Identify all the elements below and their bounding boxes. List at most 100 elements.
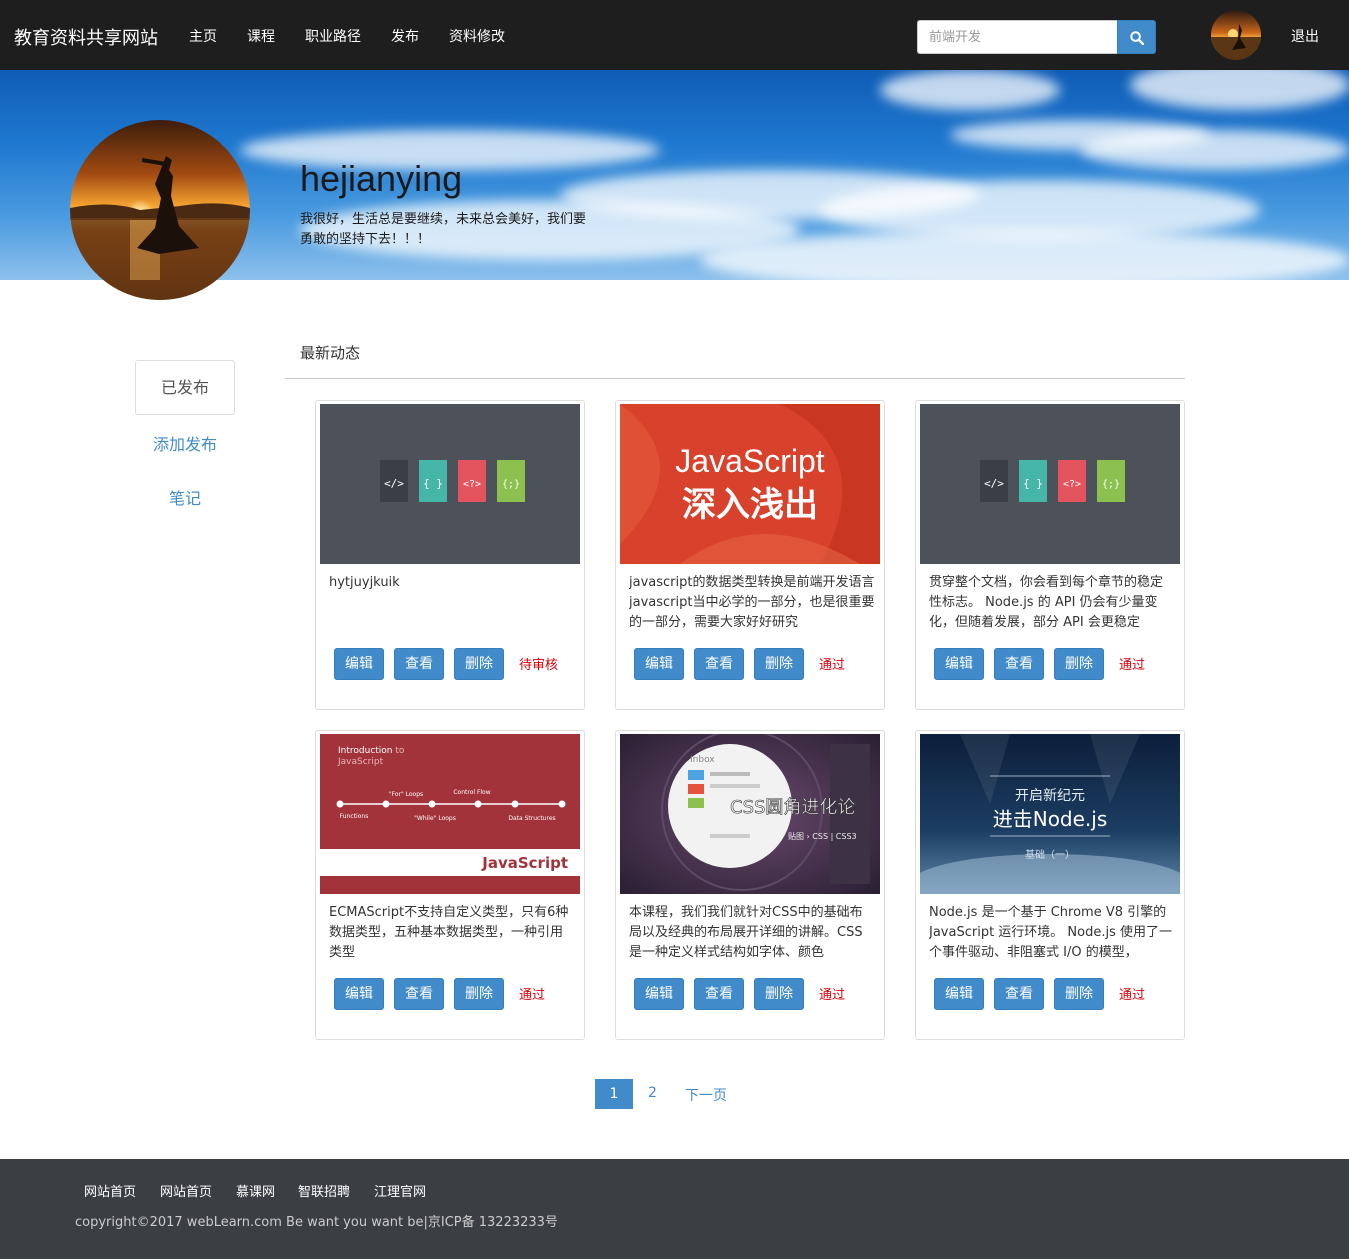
thumb-subtitle: 深入浅出: [682, 485, 818, 525]
top-navbar: 教育资料共享网站 主页 课程 职业路径 发布 资料修改 退出: [0, 0, 1349, 70]
cloud-decoration: [700, 230, 1349, 280]
nav-item-career-path[interactable]: 职业路径: [305, 26, 361, 46]
sidebar-item-published[interactable]: 已发布: [135, 360, 235, 415]
site-brand[interactable]: 教育资料共享网站: [14, 24, 158, 50]
card-thumbnail[interactable]: Inbox CSS圆角进化论 贴图 › CSS | CSS3: [620, 734, 880, 894]
svg-text:<?>: <?>: [1063, 479, 1081, 490]
svg-text:贴图 › CSS | CSS3: 贴图 › CSS | CSS3: [788, 831, 857, 841]
svg-text:{;}: {;}: [502, 479, 520, 490]
svg-text:</>: </>: [984, 477, 1004, 490]
card-thumbnail[interactable]: 开启新纪元 进击Node.js 基础（一）: [920, 734, 1180, 894]
svg-text:Data Structures: Data Structures: [508, 815, 555, 822]
footer-link-jxust[interactable]: 江理官网: [374, 1181, 426, 1200]
section-divider: [285, 378, 1185, 379]
edit-button[interactable]: 编辑: [934, 648, 984, 680]
resource-card: </> { } <?> {;} hytjuyjkuik 编辑 查看 删除 待审核: [315, 400, 585, 710]
view-button[interactable]: 查看: [394, 978, 444, 1010]
resource-card: 开启新纪元 进击Node.js 基础（一） Node.js 是一个基于 Chro…: [915, 730, 1185, 1040]
cloud-decoration: [1130, 70, 1349, 110]
svg-text:Introduction to: Introduction to: [338, 746, 405, 756]
view-button[interactable]: 查看: [394, 648, 444, 680]
card-description: ECMAScript不支持自定义类型，只有6种数据类型，五种基本数据类型，一种引…: [329, 905, 569, 960]
nav-item-profile-edit[interactable]: 资料修改: [449, 26, 505, 46]
svg-text:开启新纪元: 开启新纪元: [1015, 788, 1085, 804]
delete-button[interactable]: 删除: [454, 978, 504, 1010]
profile-username: hejianying: [300, 158, 463, 199]
edit-button[interactable]: 编辑: [934, 978, 984, 1010]
footer-link-home[interactable]: 网站首页: [84, 1181, 136, 1200]
edit-button[interactable]: 编辑: [634, 978, 684, 1010]
delete-button[interactable]: 删除: [454, 648, 504, 680]
sidebar-item-add-publish[interactable]: 添加发布: [135, 431, 235, 455]
pagination-page-2[interactable]: 2: [648, 1085, 657, 1101]
view-button[interactable]: 查看: [994, 648, 1044, 680]
status-badge: 通过: [1119, 658, 1146, 673]
status-badge: 通过: [1119, 988, 1146, 1003]
search-input[interactable]: [917, 20, 1117, 54]
resource-card: </> { } <?> {;} 贯穿整个文档，你会看到每个章节的稳定性标志。 N…: [915, 400, 1185, 710]
svg-text:Control Flow: Control Flow: [453, 789, 490, 796]
card-thumbnail[interactable]: Introduction to JavaScript "For" Loops C…: [320, 734, 580, 894]
svg-text:{ }: { }: [423, 477, 443, 490]
profile-bio: 我很好，生活总是要继续，未来总会美好，我们要勇敢的坚持下去！！！: [300, 212, 587, 247]
svg-text:<?>: <?>: [463, 479, 481, 490]
pagination-page-1[interactable]: 1: [595, 1079, 633, 1109]
svg-text:{;}: {;}: [1102, 479, 1120, 490]
card-description: Node.js 是一个基于 Chrome V8 引擎的 JavaScript 运…: [929, 905, 1173, 960]
delete-button[interactable]: 删除: [1054, 648, 1104, 680]
card-description: 本课程，我们我们就针对CSS中的基础布局以及经典的布局展开详细的讲解。CSS是一…: [629, 905, 863, 960]
svg-text:</>: </>: [384, 477, 404, 490]
status-badge: 通过: [819, 988, 846, 1003]
footer-link-home-2[interactable]: 网站首页: [160, 1181, 212, 1200]
cloud-decoration: [1080, 130, 1349, 170]
sidebar-item-notes[interactable]: 笔记: [135, 485, 235, 509]
footer-link-zhaopin[interactable]: 智联招聘: [298, 1181, 350, 1200]
card-description: hytjuyjkuik: [329, 575, 400, 590]
svg-text:JavaScript: JavaScript: [337, 757, 384, 767]
edit-button[interactable]: 编辑: [334, 978, 384, 1010]
status-badge: 通过: [519, 988, 546, 1003]
svg-text:Functions: Functions: [340, 813, 369, 820]
svg-text:{ }: { }: [1023, 477, 1043, 490]
svg-text:"For" Loops: "For" Loops: [389, 791, 423, 798]
svg-text:Inbox: Inbox: [690, 755, 715, 765]
user-avatar[interactable]: [1211, 10, 1261, 60]
profile-avatar: [70, 120, 250, 300]
view-button[interactable]: 查看: [694, 978, 744, 1010]
card-description: 贯穿整个文档，你会看到每个章节的稳定性标志。 Node.js 的 API 仍会有…: [929, 575, 1164, 630]
delete-button[interactable]: 删除: [754, 648, 804, 680]
cloud-decoration: [880, 70, 1060, 110]
logout-link[interactable]: 退出: [1291, 26, 1319, 46]
copyright-text: copyright©2017 webLearn.com Be want you …: [75, 1215, 558, 1230]
card-description: javascript的数据类型转换是前端开发语言javascript当中必学的一…: [629, 575, 875, 630]
edit-button[interactable]: 编辑: [634, 648, 684, 680]
search-button[interactable]: [1117, 20, 1156, 54]
card-thumbnail[interactable]: JavaScript 深入浅出: [620, 404, 880, 564]
status-badge: 待审核: [519, 658, 559, 673]
thumb-title: CSS圆角进化论: [730, 797, 855, 818]
card-thumbnail[interactable]: </> { } <?> {;}: [320, 404, 580, 564]
delete-button[interactable]: 删除: [754, 978, 804, 1010]
resource-card: Introduction to JavaScript "For" Loops C…: [315, 730, 585, 1040]
nav-item-home[interactable]: 主页: [189, 26, 217, 46]
pagination-next[interactable]: 下一页: [685, 1085, 727, 1105]
resource-card: JavaScript 深入浅出 javascript的数据类型转换是前端开发语言…: [615, 400, 885, 710]
card-thumbnail[interactable]: </> { } <?> {;}: [920, 404, 1180, 564]
search-icon: [1130, 31, 1144, 45]
resource-card: Inbox CSS圆角进化论 贴图 › CSS | CSS3 本课程，我们我们就…: [615, 730, 885, 1040]
nav-item-courses[interactable]: 课程: [247, 26, 275, 46]
svg-text:JavaScript: JavaScript: [481, 854, 568, 872]
nav-item-publish[interactable]: 发布: [391, 26, 419, 46]
footer-link-imooc[interactable]: 慕课网: [236, 1181, 275, 1200]
status-badge: 通过: [819, 658, 846, 673]
svg-text:"While" Loops: "While" Loops: [414, 815, 456, 822]
edit-button[interactable]: 编辑: [334, 648, 384, 680]
view-button[interactable]: 查看: [994, 978, 1044, 1010]
svg-text:基础（一）: 基础（一）: [1025, 848, 1075, 861]
section-title: 最新动态: [300, 344, 361, 362]
view-button[interactable]: 查看: [694, 648, 744, 680]
thumb-title: 进击Node.js: [993, 807, 1108, 831]
delete-button[interactable]: 删除: [1054, 978, 1104, 1010]
thumb-title: JavaScript: [675, 443, 825, 479]
site-footer: 网站首页 网站首页 慕课网 智联招聘 江理官网 copyright©2017 w…: [0, 1159, 1349, 1259]
